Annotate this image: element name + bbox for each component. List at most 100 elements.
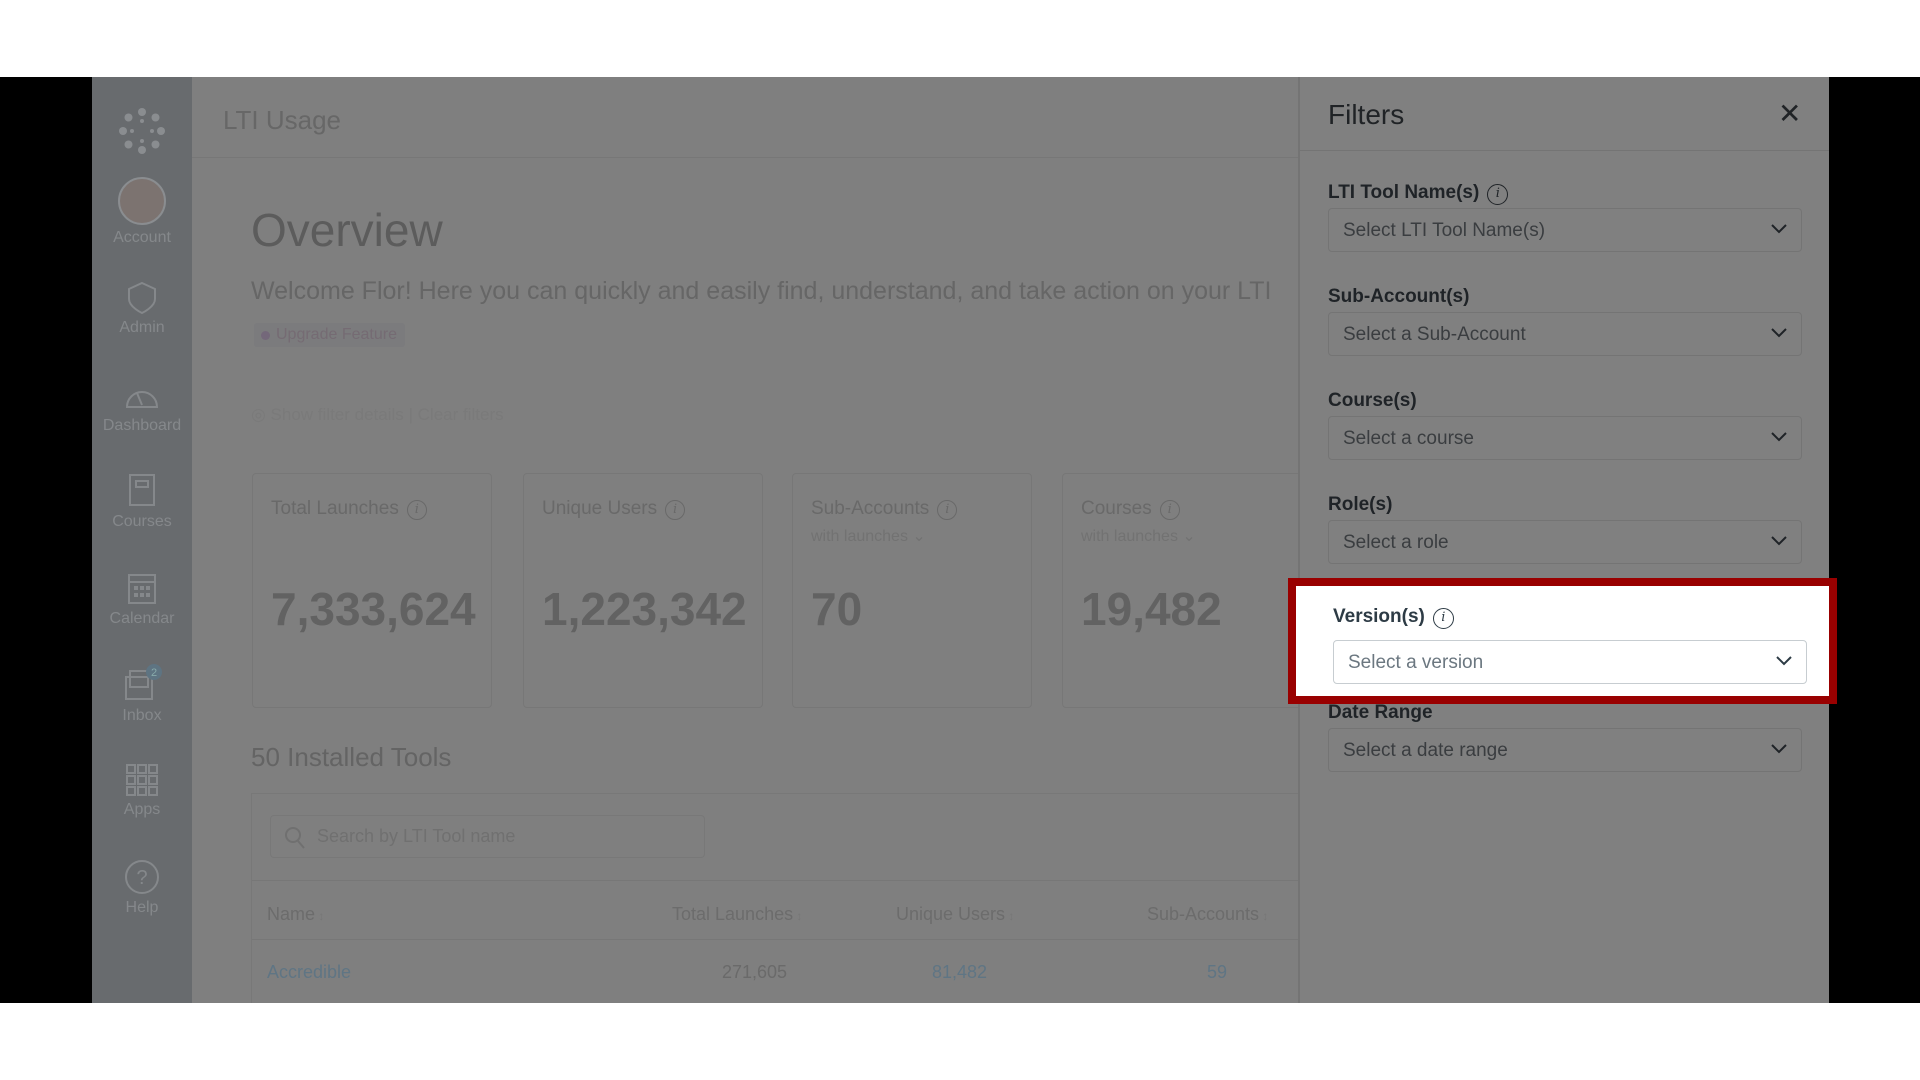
date-range-select[interactable]: Select a date range [1328,728,1802,772]
nav-inbox[interactable]: 2 Inbox [92,663,192,725]
nav-label: Admin [119,319,165,336]
nav-label: Account [113,229,171,246]
select-placeholder: Select a date range [1343,740,1508,761]
sub-account-select[interactable]: Select a Sub-Account [1328,312,1802,356]
help-icon: ? [125,860,159,894]
book-icon [129,474,155,506]
filter-sub-account: Sub-Account(s) Select a Sub-Account [1300,286,1829,390]
page-title: Overview [251,204,443,256]
card-subtitle: with launches [811,528,908,545]
nav-dashboard[interactable]: Dashboard [92,379,192,435]
nav-label: Courses [112,513,172,530]
canvas-logo[interactable] [92,107,192,159]
card-title: Unique Users [542,498,658,519]
role-select[interactable]: Select a role [1328,520,1802,564]
info-icon[interactable]: i [1159,500,1180,520]
divider [252,939,1298,940]
stat-card-total-launches: Total Launches i 7,333,624 [252,473,492,708]
select-placeholder: Select a role [1343,532,1449,553]
dashboard-icon [125,391,159,408]
filters-title: Filters [1328,99,1405,130]
column-header-name[interactable]: Name [267,904,324,925]
chevron-down-icon [1776,656,1792,666]
chevron-down-icon: ⌄ [1182,528,1196,545]
field-label: Version(s) [1333,606,1425,627]
chevron-down-icon: ⌄ [912,528,926,545]
chevron-down-icon [1771,744,1787,754]
card-subtitle-dropdown[interactable]: with launches ⌄ [811,526,926,546]
installed-tools-title: 50 Installed Tools [251,742,452,772]
nav-label: Dashboard [102,417,182,434]
card-title: Total Launches [271,498,399,519]
cell-total-launches: 271,605 [722,962,788,982]
filter-links[interactable]: ◎ Show filter details | Clear filters [251,405,504,425]
info-icon[interactable]: i [665,500,686,520]
field-label: LTI Tool Name(s) [1328,182,1480,203]
calendar-icon [128,574,156,604]
stat-card-unique-users: Unique Users i 1,223,342 [523,473,763,708]
lti-tool-name-select[interactable]: Select LTI Tool Name(s) [1328,208,1802,252]
tools-table: Search by LTI Tool name Name Total Launc… [251,793,1298,1003]
highlight-version-filter: Version(s) i Select a version [1288,578,1837,704]
card-subtitle: with launches [1081,528,1178,545]
field-label: Course(s) [1328,390,1417,411]
nav-courses[interactable]: Courses [92,473,192,531]
nav-account[interactable]: Account [92,177,192,247]
close-icon[interactable]: ✕ [1778,97,1801,130]
filter-date-range: Date Range Select a date range [1300,702,1829,806]
field-label: Date Range [1328,702,1433,723]
nav-calendar[interactable]: Calendar [92,570,192,628]
divider [1300,150,1829,151]
nav-label: Calendar [109,610,175,627]
cell-unique-users[interactable]: 81,482 [932,962,987,983]
column-header-sub-accounts[interactable]: Sub-Accounts [1147,904,1268,925]
card-title: Sub-Accounts [811,498,930,519]
header-divider [192,157,1298,158]
nav-label: Inbox [122,707,162,724]
column-header-total-launches[interactable]: Total Launches [672,904,802,925]
filters-panel: Filters ✕ LTI Tool Name(s) i Select LTI T… [1298,77,1829,1003]
apps-icon [126,764,158,796]
app-title: LTI Usage [223,105,342,135]
shield-icon [128,281,156,315]
search-placeholder: Search by LTI Tool name [317,826,516,846]
card-subtitle-dropdown[interactable]: with launches ⌄ [1081,526,1196,546]
chevron-down-icon [1771,432,1787,442]
nav-help[interactable]: ? Help [92,859,192,917]
column-header-unique-users[interactable]: Unique Users [896,904,1014,925]
upgrade-badge[interactable]: Upgrade Feature [254,323,405,347]
welcome-text: Welcome Flor! Here you can quickly and e… [251,277,1272,305]
select-placeholder: Select a version [1348,652,1484,673]
stat-card-courses: Courses i with launches ⌄ 19,482 [1062,473,1298,708]
stat-card-sub-accounts: Sub-Accounts i with launches ⌄ 70 [792,473,1032,708]
filter-lti-tool-name: LTI Tool Name(s) i Select LTI Tool Name(s… [1300,182,1829,286]
svg-text:?: ? [136,867,147,889]
inbox-badge: 2 [151,667,157,679]
info-icon[interactable]: i [937,500,958,520]
inbox-icon: 2 [125,664,162,700]
version-select[interactable]: Select a version [1333,640,1807,684]
nav-admin[interactable]: Admin [92,281,192,337]
field-label: Sub-Account(s) [1328,286,1470,307]
nav-apps[interactable]: Apps [92,763,192,819]
select-placeholder: Select a Sub-Account [1343,324,1526,345]
divider [252,880,1298,881]
search-input[interactable]: Search by LTI Tool name [270,815,705,858]
field-label: Role(s) [1328,494,1393,515]
card-value: 70 [811,583,863,635]
course-select[interactable]: Select a course [1328,416,1802,460]
select-placeholder: Select a course [1343,428,1474,449]
nav-label: Apps [123,801,161,818]
filter-course: Course(s) Select a course [1300,390,1829,494]
card-value: 1,223,342 [542,583,747,635]
tool-name-link[interactable]: Accredible [267,962,351,983]
info-icon[interactable]: i [1487,184,1509,205]
info-icon[interactable]: i [406,500,427,520]
info-icon[interactable]: i [1432,608,1454,629]
main-content: LTI Usage Overview Welcome Flor! Here yo… [192,77,1298,1003]
chevron-down-icon [1771,536,1787,546]
cell-sub-accounts[interactable]: 59 [1207,962,1227,983]
card-value: 7,333,624 [271,583,476,635]
search-icon [285,827,305,849]
card-value: 19,482 [1081,583,1222,635]
